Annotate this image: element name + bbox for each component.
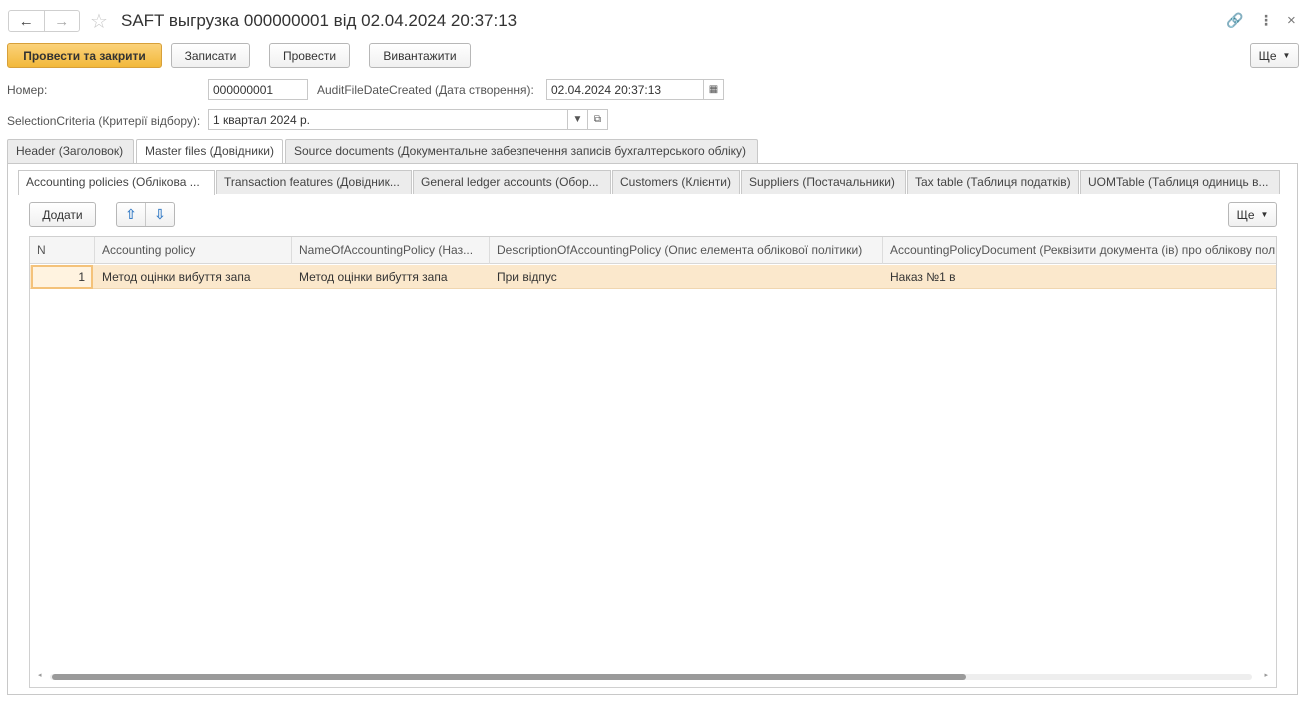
calendar-icon[interactable]: ▦: [703, 79, 724, 100]
tab-suppliers[interactable]: Suppliers (Постачальники): [741, 170, 906, 194]
more-button-label: Ще: [1258, 48, 1277, 63]
back-arrow-icon[interactable]: ←: [9, 11, 44, 31]
cell-accounting-policy[interactable]: Метод оцінки вибуття запа: [95, 265, 292, 289]
cell-n[interactable]: 1: [31, 265, 93, 289]
move-down-arrow-icon[interactable]: ⇩: [145, 203, 174, 226]
favorite-star-icon[interactable]: ☆: [90, 9, 108, 34]
navigation-buttons: ← →: [8, 10, 80, 32]
tab-transaction-features[interactable]: Transaction features (Довідник...: [216, 170, 412, 194]
cell-name-of-policy[interactable]: Метод оцінки вибуття запа: [292, 265, 490, 289]
save-button[interactable]: Записати: [171, 43, 250, 68]
close-icon[interactable]: ×: [1287, 12, 1296, 29]
horizontal-scrollbar[interactable]: ◂ ▸: [32, 671, 1272, 681]
column-header-n[interactable]: N: [30, 237, 95, 264]
table-more-button[interactable]: Ще ▼: [1228, 202, 1277, 227]
number-field[interactable]: 000000001: [208, 79, 308, 100]
column-header-accounting-policy[interactable]: Accounting policy: [95, 237, 292, 264]
page-title: SAFT выгрузка 000000001 від 02.04.2024 2…: [121, 11, 518, 30]
column-header-name-of-policy[interactable]: NameOfAccountingPolicy (Наз...: [292, 237, 490, 264]
tab-header[interactable]: Header (Заголовок): [7, 139, 134, 163]
date-field[interactable]: 02.04.2024 20:37:13: [546, 79, 704, 100]
more-menu-icon[interactable]: ⋮: [1259, 12, 1273, 29]
open-copy-icon[interactable]: ⧉: [587, 109, 608, 130]
post-and-close-button[interactable]: Провести та закрити: [7, 43, 162, 68]
forward-arrow-icon[interactable]: →: [43, 11, 80, 31]
column-header-description[interactable]: DescriptionOfAccountingPolicy (Опис елем…: [490, 237, 883, 264]
cell-policy-document[interactable]: Наказ №1 в: [883, 265, 1276, 289]
tab-source-documents[interactable]: Source documents (Документальне забезпеч…: [285, 139, 758, 163]
criteria-label: SelectionCriteria (Критерії відбору):: [7, 114, 201, 128]
table-more-button-label: Ще: [1236, 207, 1255, 222]
move-up-arrow-icon[interactable]: ⇧: [117, 203, 145, 226]
date-label: AuditFileDateCreated (Дата створення):: [317, 83, 534, 97]
more-button[interactable]: Ще ▼: [1250, 43, 1299, 68]
table-row[interactable]: 1 Метод оцінки вибуття запа Метод оцінки…: [30, 265, 1276, 289]
tab-general-ledger-accounts[interactable]: General ledger accounts (Обор...: [413, 170, 611, 194]
post-button[interactable]: Провести: [269, 43, 350, 68]
criteria-field[interactable]: 1 квартал 2024 р.: [208, 109, 568, 130]
tab-customers[interactable]: Customers (Клієнти): [612, 170, 740, 194]
chevron-down-icon: ▼: [1282, 51, 1291, 60]
scroll-thumb[interactable]: [52, 674, 966, 680]
cell-description[interactable]: При відпус: [490, 265, 883, 289]
tab-master-files[interactable]: Master files (Довідники): [136, 139, 283, 164]
tab-uom-table[interactable]: UOMTable (Таблиця одиниць в...: [1080, 170, 1280, 194]
link-icon[interactable]: 🔗: [1226, 12, 1243, 29]
tab-accounting-policies[interactable]: Accounting policies (Облікова ...: [18, 170, 215, 195]
accounting-policies-table[interactable]: N Accounting policy NameOfAccountingPoli…: [29, 236, 1277, 688]
move-buttons: ⇧ ⇩: [116, 202, 175, 227]
number-label: Номер:: [7, 83, 48, 97]
tab-tax-table[interactable]: Tax table (Таблиця податків): [907, 170, 1079, 194]
scroll-right-icon[interactable]: ▸: [1264, 671, 1268, 679]
export-button[interactable]: Вивантажити: [369, 43, 471, 68]
chevron-down-icon: ▼: [1260, 210, 1269, 219]
table-header: N Accounting policy NameOfAccountingPoli…: [30, 237, 1276, 264]
column-header-policy-document[interactable]: AccountingPolicyDocument (Реквізити доку…: [883, 237, 1276, 264]
add-button[interactable]: Додати: [29, 202, 96, 227]
scroll-left-icon[interactable]: ◂: [38, 671, 42, 679]
dropdown-chevron-icon[interactable]: ▼: [567, 109, 588, 130]
